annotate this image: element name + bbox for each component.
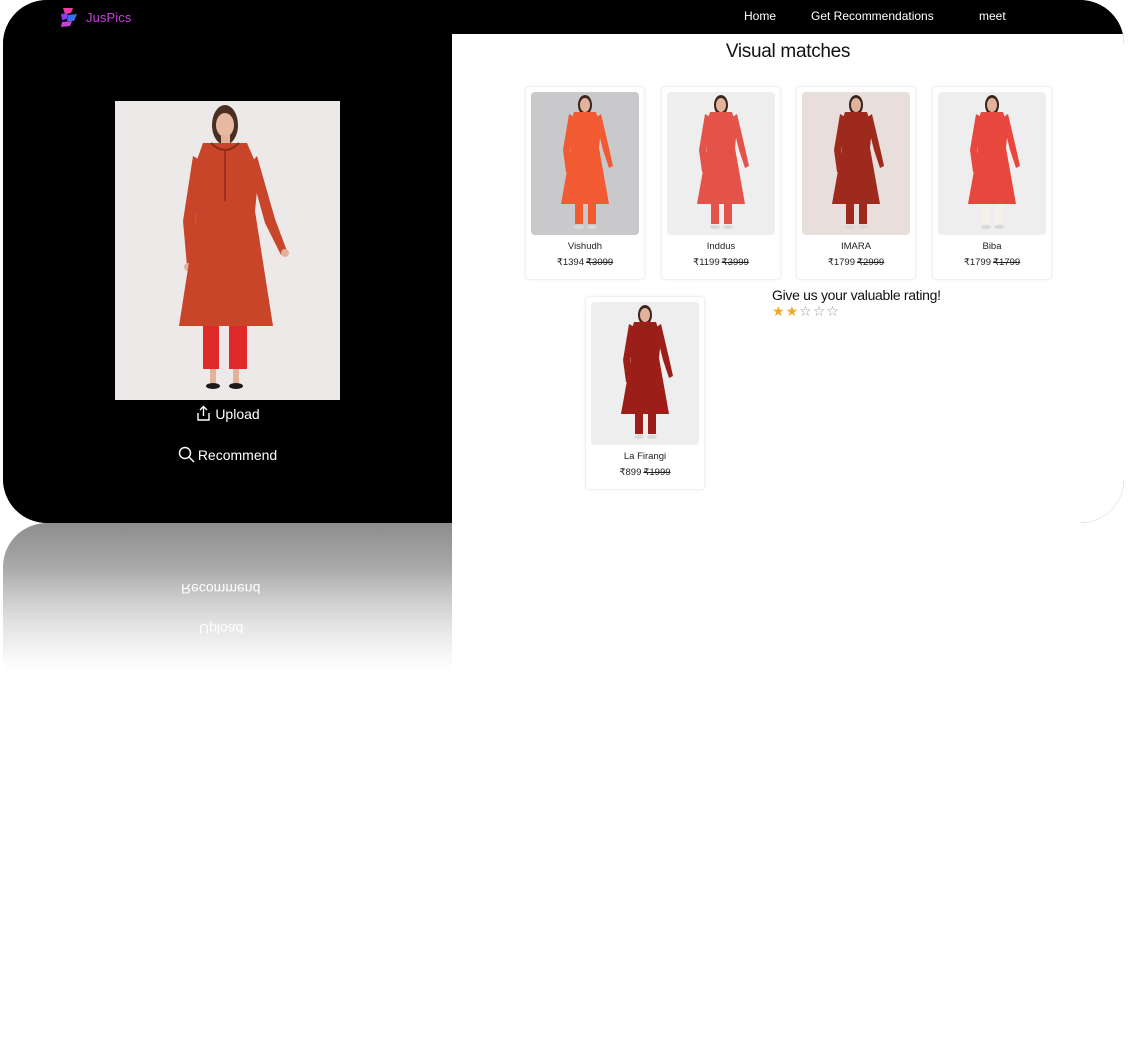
- rating-title: Give us your valuable rating!: [772, 287, 941, 303]
- upload-panel: Upload Recommend: [3, 34, 452, 523]
- visual-matches-title: Visual matches: [725, 41, 851, 62]
- product-sale-price: ₹1394: [556, 257, 584, 268]
- product-card[interactable]: Biba ₹1799 ₹1799: [932, 86, 1052, 280]
- product-sale-price: ₹1199: [693, 257, 720, 268]
- nav-user-link[interactable]: meet: [979, 9, 1006, 23]
- reflection-fade: [3, 523, 1124, 673]
- product-image: [802, 92, 910, 235]
- product-card[interactable]: Inddus ₹1199 ₹3999: [661, 86, 781, 280]
- uploaded-dress-figure: [115, 101, 340, 400]
- search-icon: [178, 446, 195, 463]
- upload-label: Upload: [215, 405, 260, 422]
- page: JusPics Home Get Recommendations meet Up…: [0, 0, 1128, 1049]
- product-price: ₹1199 ₹3999: [662, 257, 780, 268]
- app-window: JusPics Home Get Recommendations meet Up…: [3, 0, 1124, 523]
- rating-stars: ★ ★ ☆ ☆ ☆: [772, 304, 839, 318]
- upload-button[interactable]: Upload: [3, 405, 452, 422]
- star-icon[interactable]: ☆: [826, 304, 839, 318]
- product-brand: Vishudh: [567, 241, 603, 252]
- recommend-button[interactable]: Recommend: [3, 446, 452, 463]
- window-reflection: Recommend Upload: [3, 523, 1124, 673]
- brand[interactable]: JusPics: [59, 6, 132, 28]
- product-sale-price: ₹1799: [827, 257, 855, 268]
- results-panel: Visual matches Vishudh ₹1394 ₹3099 Inddus ₹1…: [452, 34, 1124, 523]
- product-price: ₹1799 ₹1799: [933, 257, 1051, 268]
- star-icon[interactable]: ☆: [799, 304, 812, 318]
- product-brand: Biba: [982, 241, 1002, 252]
- top-navbar: JusPics Home Get Recommendations meet: [3, 0, 1124, 34]
- product-card[interactable]: Vishudh ₹1394 ₹3099: [525, 86, 645, 280]
- star-icon[interactable]: ★: [786, 304, 799, 318]
- product-card[interactable]: IMARA ₹1799 ₹2999: [796, 86, 916, 280]
- product-original-price: ₹2999: [857, 257, 885, 268]
- product-sale-price: ₹899: [619, 467, 642, 478]
- product-price: ₹1394 ₹3099: [526, 257, 644, 268]
- product-image: [591, 302, 699, 445]
- nav-home-link[interactable]: Home: [744, 9, 776, 23]
- product-card[interactable]: La Firangi ₹899 ₹1999: [585, 296, 705, 490]
- product-brand: Inddus: [706, 241, 736, 252]
- star-icon[interactable]: ★: [772, 304, 785, 318]
- recommend-label: Recommend: [197, 446, 278, 463]
- product-brand: IMARA: [840, 241, 872, 252]
- brand-name: JusPics: [86, 9, 132, 25]
- product-image: [938, 92, 1046, 235]
- uploaded-image: [115, 101, 340, 400]
- product-brand: La Firangi: [623, 451, 667, 462]
- nav-links: Home Get Recommendations meet: [744, 9, 1124, 27]
- product-sale-price: ₹1799: [963, 257, 991, 268]
- product-original-price: ₹3099: [586, 257, 614, 268]
- product-image: [667, 92, 775, 235]
- product-image: [531, 92, 639, 235]
- product-price: ₹1799 ₹2999: [797, 257, 915, 268]
- juspics-logo-icon: [61, 8, 77, 27]
- star-icon[interactable]: ☆: [813, 304, 826, 318]
- upload-icon: [197, 405, 211, 421]
- nav-get-recommendations-link[interactable]: Get Recommendations: [811, 9, 934, 23]
- product-original-price: ₹3999: [721, 257, 749, 268]
- product-original-price: ₹1999: [643, 467, 671, 478]
- product-original-price: ₹1799: [993, 257, 1021, 268]
- product-price: ₹899 ₹1999: [586, 467, 704, 478]
